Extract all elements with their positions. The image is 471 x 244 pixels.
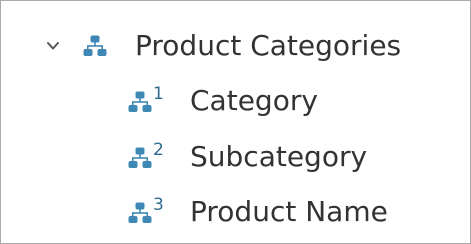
- hierarchy-label: Product Categories: [135, 29, 402, 62]
- level-number: 3: [153, 195, 164, 215]
- hierarchy-level-icon: 3: [128, 195, 172, 226]
- level-label: Subcategory: [190, 140, 368, 173]
- hierarchy-level-product-name[interactable]: 3 Product Name: [128, 192, 388, 232]
- hierarchy-row-product-categories[interactable]: Product Categories: [41, 26, 401, 66]
- data-pane-panel: Product Categories 1 Category 2 Subcateg…: [0, 0, 471, 244]
- level-label: Product Name: [190, 195, 388, 228]
- hierarchy-level-icon: 1: [128, 84, 172, 115]
- hierarchy-level-icon: 2: [128, 140, 172, 171]
- level-number: 1: [153, 84, 164, 104]
- level-number: 2: [153, 140, 164, 160]
- level-label: Category: [190, 84, 318, 117]
- hierarchy-level-category[interactable]: 1 Category: [128, 81, 318, 121]
- chevron-down-icon[interactable]: [41, 34, 65, 58]
- hierarchy-icon: [83, 34, 107, 58]
- hierarchy-level-subcategory[interactable]: 2 Subcategory: [128, 137, 367, 177]
